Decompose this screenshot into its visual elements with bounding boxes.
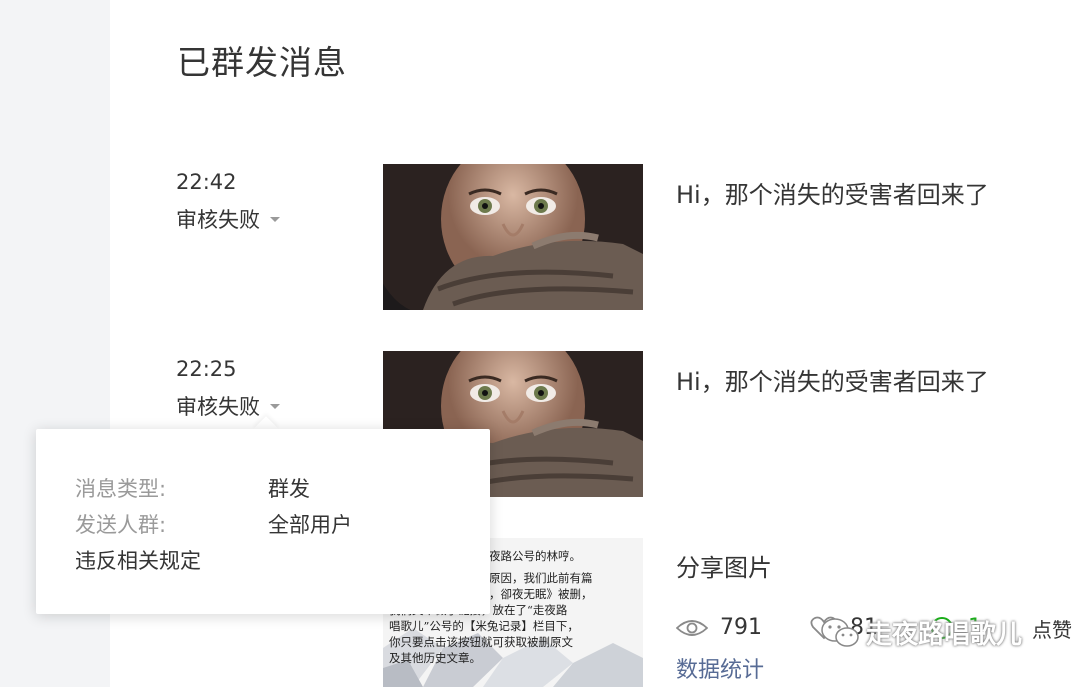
message-title-link[interactable]: Hi，那个消失的受害者回来了 <box>676 175 989 210</box>
message-thumbnail[interactable] <box>383 164 643 310</box>
image-text-line: 唱歌儿”公号的【米兔记录】栏目下， <box>389 619 579 633</box>
message-title-link[interactable]: Hi，那个消失的受害者回来了 <box>676 362 989 397</box>
audience-value: 全部用户 <box>268 513 352 537</box>
message-time: 22:25 <box>176 357 237 381</box>
image-text-line: 你只要点击该按钮就可获取被删原文 <box>389 635 573 649</box>
message-time: 22:42 <box>176 170 237 194</box>
status-label: 审核失败 <box>176 208 260 232</box>
view-count-value: 791 <box>720 615 762 640</box>
message-title-link[interactable]: 分享图片 <box>676 548 772 583</box>
status-dropdown[interactable]: 审核失败 <box>176 204 280 234</box>
page-title: 已群发消息 <box>177 43 347 82</box>
caret-down-icon <box>270 216 280 222</box>
image-text-line: 原因，我们此前有篇 <box>489 571 593 585</box>
wechat-logo-icon <box>821 617 859 647</box>
image-text-line: 夜路公号的林哼。 <box>489 549 581 563</box>
watermark-text: 走夜路唱歌儿 <box>866 620 1023 650</box>
like-label: 点赞 <box>1032 618 1072 642</box>
audience-label: 发送人群: <box>75 513 167 537</box>
image-text-line: 及其他历史文章。 <box>389 651 481 665</box>
message-type-label: 消息类型: <box>75 477 167 501</box>
status-label: 审核失败 <box>176 395 260 419</box>
data-statistics-link[interactable]: 数据统计 <box>676 652 764 684</box>
watermark: 走夜路唱歌儿 <box>820 614 1022 651</box>
eye-icon <box>676 619 708 636</box>
message-type-value: 群发 <box>268 477 310 501</box>
image-text-line: ，卻夜无眠》被删， <box>489 587 593 601</box>
view-count: 791 <box>676 615 762 640</box>
violation-reason: 违反相关规定 <box>75 549 201 573</box>
caret-down-icon <box>270 403 280 409</box>
